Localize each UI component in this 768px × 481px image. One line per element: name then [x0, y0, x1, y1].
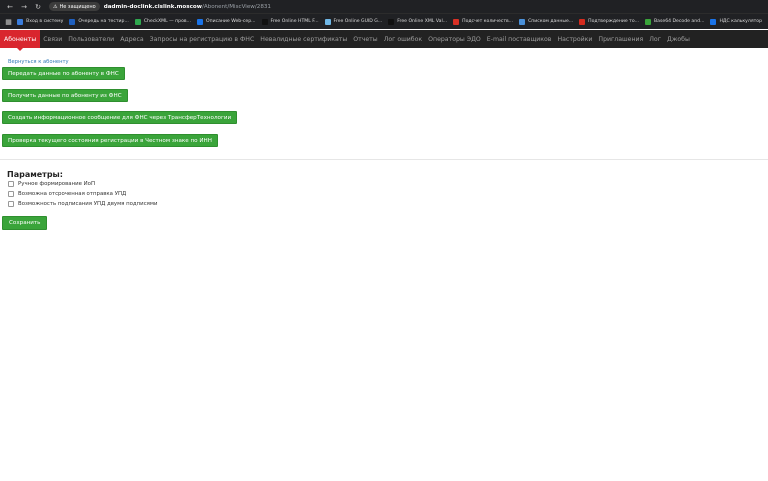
bookmark-icon [69, 18, 76, 25]
get-from-fns-button[interactable]: Получить данные по абоненту из ФНС [2, 89, 128, 102]
parameters-heading: Параметры: [7, 170, 63, 179]
nav-users[interactable]: Пользователи [65, 30, 117, 48]
create-fns-message-button[interactable]: Создать информационное сообщение для ФНС… [2, 111, 238, 124]
nav-addresses[interactable]: Адреса [117, 30, 146, 48]
bookmark-icon [134, 18, 141, 25]
apps-grid-icon[interactable]: ▦ [0, 18, 17, 26]
bookmark[interactable]: Free Online GUID G... [324, 18, 382, 25]
bookmark[interactable]: Вход в систему [17, 18, 63, 25]
bookmark-icon [453, 18, 460, 25]
checkbox-row-deferred-upd[interactable]: Возможна отсроченная отправка УПД [8, 191, 126, 197]
nav-log[interactable]: Лог [646, 30, 664, 48]
nav-edo-operators[interactable]: Операторы ЭДО [425, 30, 484, 48]
bookmark-icon [579, 18, 586, 25]
security-chip[interactable]: ⚠ Не защищено [49, 2, 100, 11]
bookmark[interactable]: CheckXML — пров... [134, 18, 191, 25]
reload-icon[interactable]: ↻ [31, 0, 45, 13]
nav-links[interactable]: Связи [40, 30, 65, 48]
bookmark[interactable]: Base64 Decode and... [645, 18, 704, 25]
nav-fns-requests[interactable]: Запросы на регистрацию в ФНС [147, 30, 258, 48]
checkbox-row-manual-iop[interactable]: Ручное формирование ИоП [8, 181, 95, 187]
url-path: /Abonent/MiscView/2831 [201, 3, 271, 10]
bookmark-icon [17, 18, 24, 25]
nav-invitations[interactable]: Приглашения [595, 30, 646, 48]
double-signature-checkbox[interactable] [8, 201, 14, 207]
nav-invalid-certificates[interactable]: Невалидные сертификаты [257, 30, 350, 48]
bookmark[interactable]: Free Online XML Val... [388, 18, 447, 25]
send-to-fns-button[interactable]: Передать данные по абоненту в ФНС [2, 67, 125, 80]
check-honest-sign-button[interactable]: Проверка текущего состояния регистрации … [2, 134, 218, 147]
bookmark[interactable]: Очередь на тестир... [69, 18, 129, 25]
deferred-upd-label: Возможна отсроченная отправка УПД [18, 191, 127, 197]
bookmark[interactable]: Подсчет количеств... [453, 18, 513, 25]
bookmark[interactable]: Подтверждение то... [579, 18, 639, 25]
bookmark[interactable]: Описание Web-сер... [196, 18, 256, 25]
bookmark-icon [388, 18, 395, 25]
back-to-abonent-link[interactable]: Вернуться к абоненту [8, 59, 69, 65]
bookmark-icon [324, 18, 331, 25]
bookmark-icon [710, 18, 717, 25]
back-arrow-icon[interactable]: ← [3, 0, 17, 13]
deferred-upd-checkbox[interactable] [8, 191, 14, 197]
bookmark-icon [519, 18, 526, 25]
divider [0, 159, 768, 160]
manual-iop-checkbox[interactable] [8, 181, 14, 187]
url-field[interactable]: dadmin-doclink.cislink.moscow/Abonent/Mi… [104, 4, 271, 10]
bookmark-icon [645, 18, 652, 25]
nav-jobs[interactable]: Джобы [664, 30, 693, 48]
nav-settings[interactable]: Настройки [554, 30, 595, 48]
bookmark[interactable]: Списком данные... [519, 18, 573, 25]
forward-arrow-icon[interactable]: → [17, 0, 31, 13]
bookmark-icon [261, 18, 268, 25]
nav-supplier-emails[interactable]: E-mail поставщиков [484, 30, 555, 48]
main-navigation: Абоненты Связи Пользователи Адреса Запро… [0, 30, 768, 51]
browser-address-bar: ← → ↻ ⚠ Не защищено dadmin-doclink.cisli… [0, 0, 768, 13]
save-button[interactable]: Сохранить [2, 216, 48, 230]
nav-error-log[interactable]: Лог ошибок [381, 30, 425, 48]
bookmark-icon [196, 18, 203, 25]
double-signature-label: Возможность подписания УПД двумя подпися… [18, 201, 158, 207]
manual-iop-label: Ручное формирование ИоП [18, 181, 96, 187]
bookmark[interactable]: Free Online HTML F... [261, 18, 319, 25]
warning-icon: ⚠ [53, 3, 58, 10]
checkbox-row-double-signature[interactable]: Возможность подписания УПД двумя подпися… [8, 201, 157, 207]
bookmarks-bar: ▦ Вход в систему Очередь на тестир... Ch… [0, 13, 768, 29]
bookmark[interactable]: НДС калькулятор [710, 18, 762, 25]
security-label: Не защищено [59, 3, 96, 10]
nav-reports[interactable]: Отчеты [350, 30, 380, 48]
url-host: dadmin-doclink.cislink.moscow [103, 3, 202, 10]
nav-abonents[interactable]: Абоненты [0, 30, 41, 51]
